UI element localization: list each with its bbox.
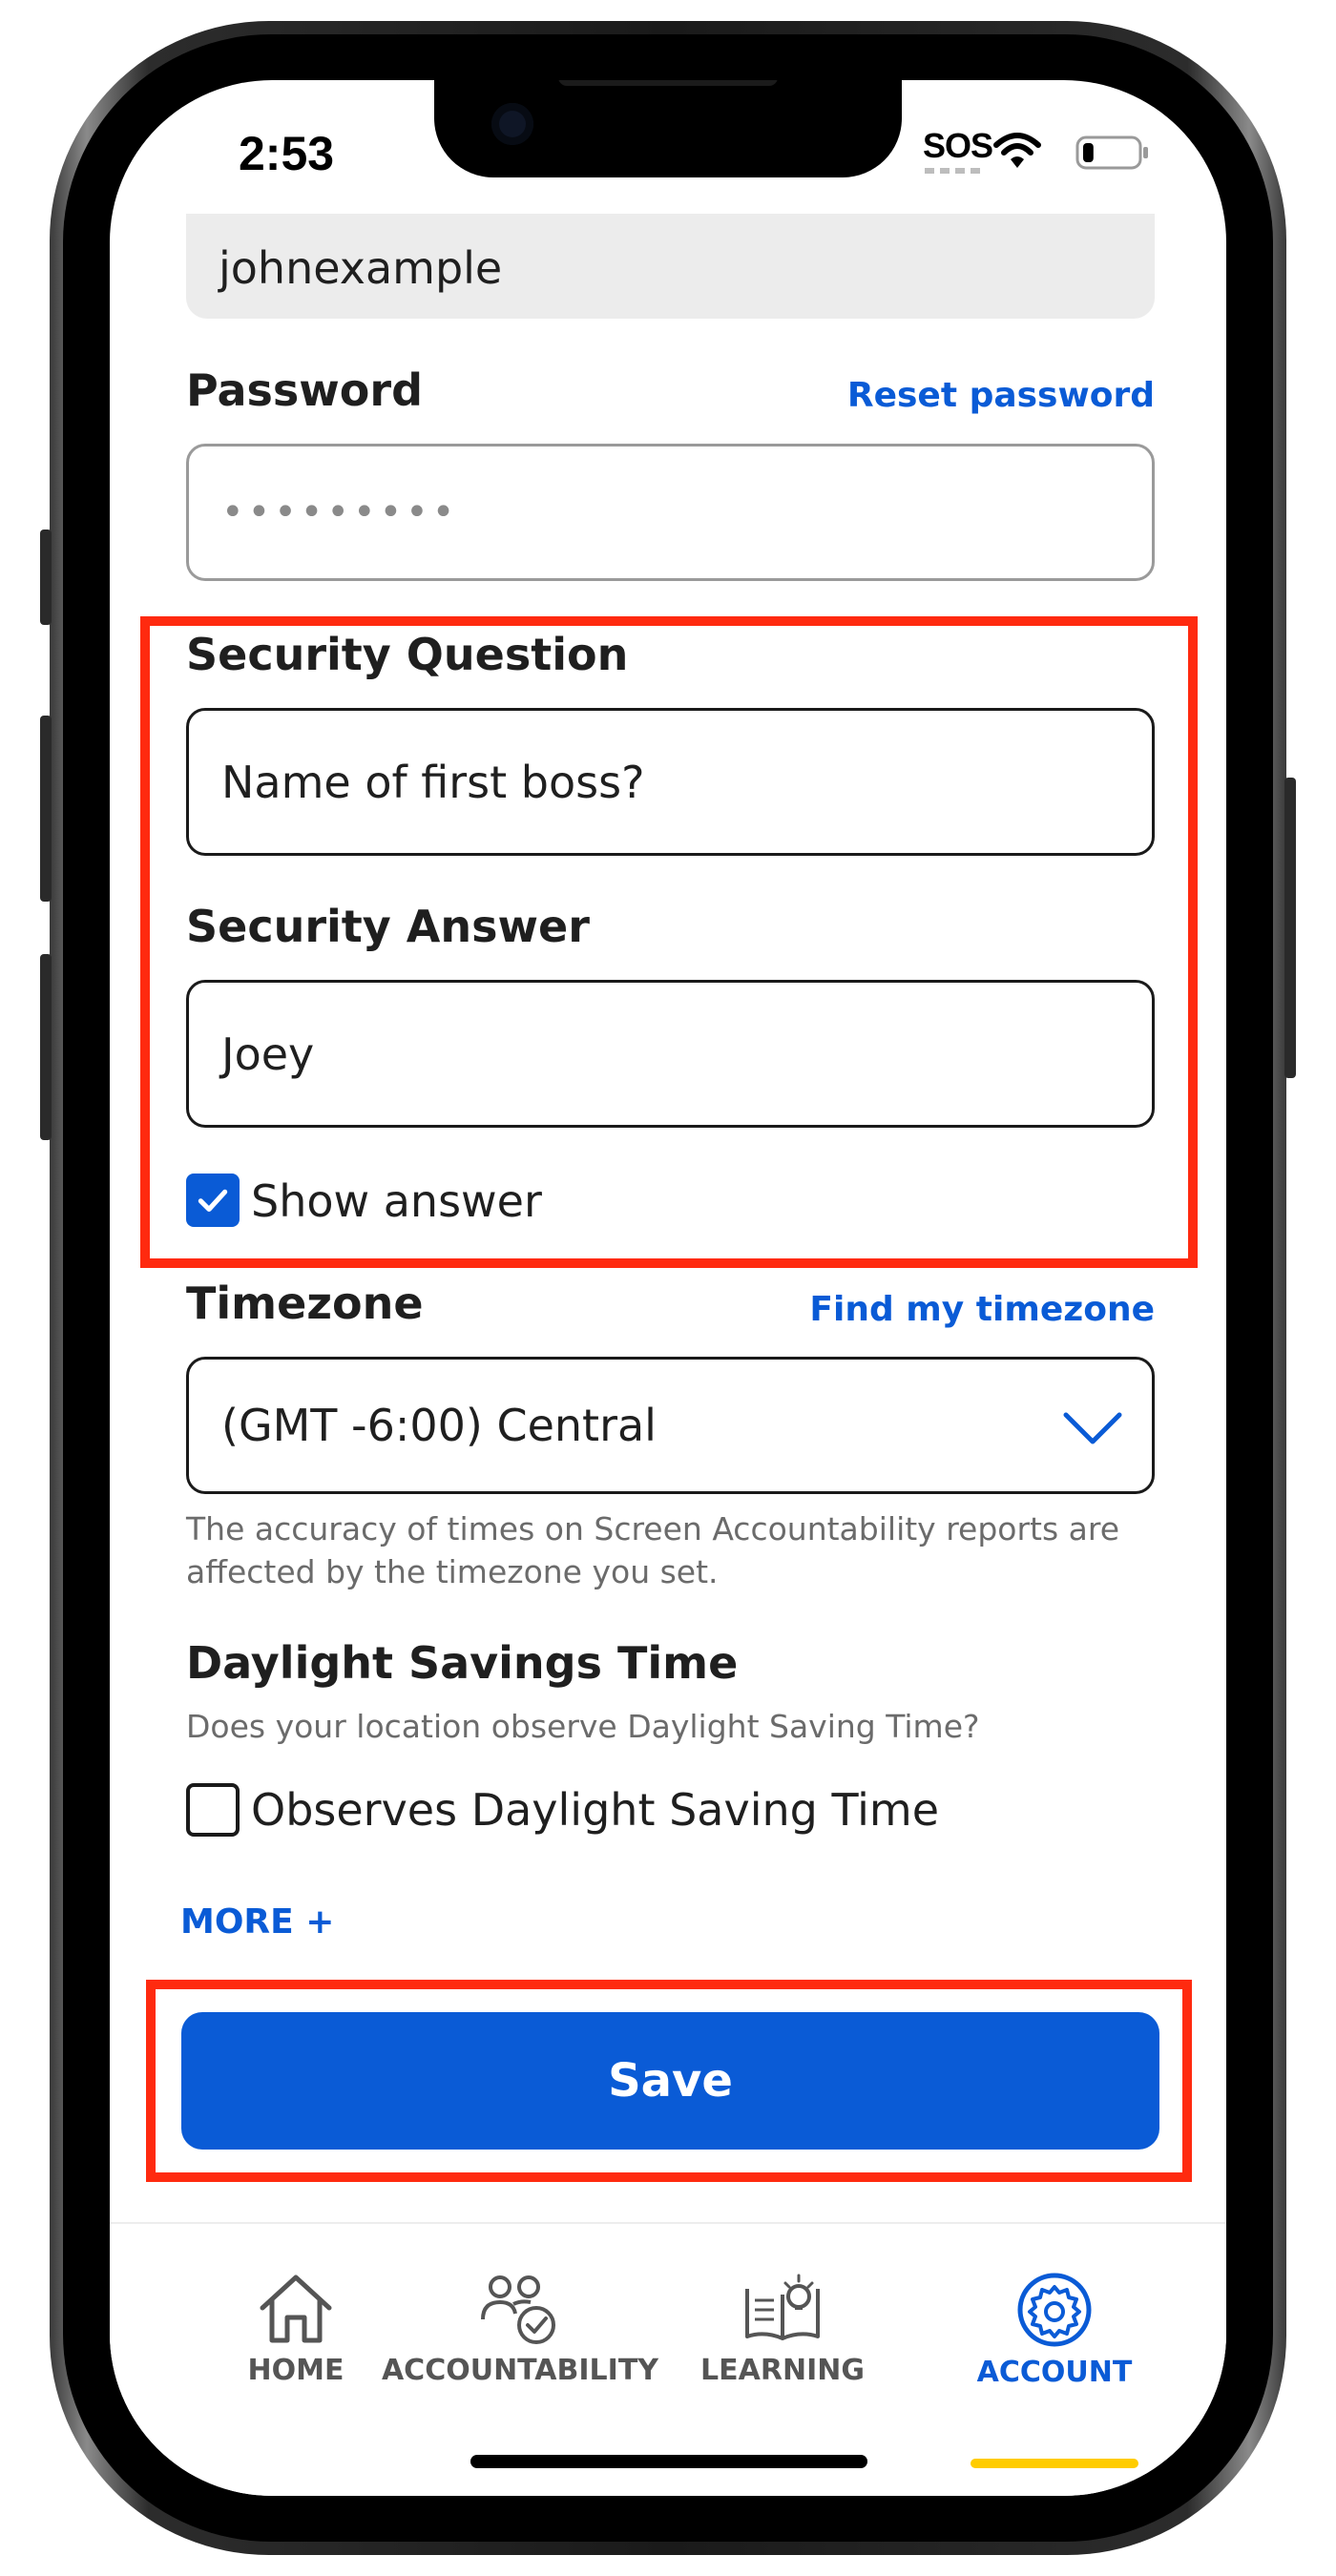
power-button: [1284, 778, 1296, 1078]
volume-up-button: [40, 716, 52, 902]
nav-item-account[interactable]: ACCOUNT: [940, 2224, 1169, 2389]
security-question-label: Security Question: [186, 629, 629, 680]
security-answer-label: Security Answer: [186, 901, 590, 952]
notch: [434, 80, 902, 177]
timezone-label: Timezone: [186, 1278, 424, 1329]
account-settings-form: johnexample Password Reset password ••••…: [110, 80, 1226, 2496]
more-link[interactable]: MORE +: [180, 1902, 334, 1942]
phone-screen: johnexample Password Reset password ••••…: [110, 80, 1226, 2496]
timezone-help-text: The accuracy of times on Screen Accounta…: [186, 1510, 1120, 1590]
signal-dots: [925, 168, 982, 174]
active-tab-underline: [971, 2459, 1138, 2468]
password-field[interactable]: •••••••••: [186, 444, 1155, 581]
checkmark-icon: [198, 1189, 228, 1213]
save-button[interactable]: Save: [181, 2012, 1159, 2150]
timezone-value: (GMT -6:00) Central: [221, 1400, 657, 1451]
security-question-field[interactable]: Name of first boss?: [186, 708, 1155, 856]
username-field: johnexample: [186, 214, 1155, 319]
nav-label-accountability: ACCOUNTABILITY: [381, 2354, 659, 2387]
dst-help-text: Does your location observe Daylight Savi…: [186, 1708, 980, 1745]
reset-password-link[interactable]: Reset password: [847, 376, 1155, 415]
nav-item-accountability[interactable]: ACCOUNTABILITY: [363, 2224, 678, 2387]
home-indicator[interactable]: [470, 2455, 867, 2468]
battery-icon: [1075, 135, 1148, 170]
nav-item-learning[interactable]: LEARNING: [687, 2224, 878, 2387]
nav-label-account: ACCOUNT: [976, 2356, 1133, 2389]
nav-item-home[interactable]: HOME: [224, 2224, 367, 2387]
find-my-timezone-link[interactable]: Find my timezone: [809, 1290, 1155, 1329]
status-time: 2:53: [239, 127, 335, 180]
show-answer-checkbox[interactable]: [186, 1174, 240, 1227]
security-answer-field[interactable]: Joey: [186, 980, 1155, 1128]
gear-icon: [1017, 2273, 1092, 2347]
front-camera: [491, 103, 533, 145]
volume-down-button: [40, 954, 52, 1140]
nav-label-home: HOME: [247, 2354, 344, 2387]
battery-fill: [1083, 143, 1094, 162]
chevron-down-icon: [1063, 1412, 1122, 1444]
show-answer-label[interactable]: Show answer: [251, 1175, 542, 1227]
dst-checkbox-label[interactable]: Observes Daylight Saving Time: [251, 1784, 939, 1836]
people-check-icon: [481, 2275, 555, 2344]
mute-switch: [40, 530, 52, 625]
dst-label: Daylight Savings Time: [186, 1637, 739, 1689]
book-lightbulb-icon: [745, 2274, 820, 2340]
status-sos: SOS: [923, 126, 993, 165]
dst-checkbox[interactable]: [186, 1783, 240, 1837]
password-label: Password: [186, 364, 423, 416]
speaker-grille: [558, 80, 778, 86]
nav-label-learning: LEARNING: [700, 2354, 865, 2387]
home-icon: [260, 2275, 332, 2343]
wifi-icon: [993, 133, 1041, 168]
timezone-select[interactable]: (GMT -6:00) Central: [186, 1357, 1155, 1494]
